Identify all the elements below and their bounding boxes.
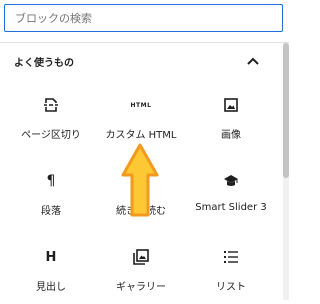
paragraph-icon: ¶ — [46, 173, 56, 189]
block-image[interactable]: 画像 — [184, 90, 278, 152]
block-label: 段落 — [41, 206, 61, 217]
block-list[interactable]: リスト — [184, 242, 278, 304]
image-icon — [223, 94, 239, 116]
heading-icon: H — [45, 249, 57, 265]
search-box[interactable]: ブロックの検索 — [4, 4, 283, 32]
panel-title: よく使うもの — [14, 57, 74, 69]
block-paragraph[interactable]: ¶ 段落 — [4, 166, 98, 228]
scrollbar-thumb[interactable] — [283, 43, 289, 178]
graduation-cap-icon — [223, 170, 239, 192]
block-label: リスト — [216, 282, 246, 293]
block-heading[interactable]: H 見出し — [4, 242, 98, 304]
search-placeholder: ブロックの検索 — [15, 12, 92, 25]
block-page-break[interactable]: ページ区切り — [4, 90, 98, 152]
block-smart-slider[interactable]: Smart Slider 3 — [184, 166, 278, 228]
html-icon: HTML — [130, 101, 152, 109]
page-break-icon — [43, 94, 59, 116]
chevron-up-icon[interactable] — [246, 54, 260, 68]
block-label: 見出し — [36, 282, 66, 293]
list-icon — [223, 246, 239, 268]
block-label: ページ区切り — [21, 130, 81, 141]
search-input[interactable]: ブロックの検索 — [4, 4, 283, 32]
block-label: 画像 — [221, 130, 241, 141]
up-arrow-icon — [121, 143, 159, 217]
block-label: ギャラリー — [116, 282, 166, 293]
block-gallery[interactable]: ギャラリー — [94, 242, 188, 304]
block-label: カスタム HTML — [105, 130, 177, 141]
gallery-icon — [133, 246, 149, 268]
panel-header[interactable]: よく使うもの — [0, 43, 280, 79]
block-label: Smart Slider 3 — [195, 202, 267, 213]
